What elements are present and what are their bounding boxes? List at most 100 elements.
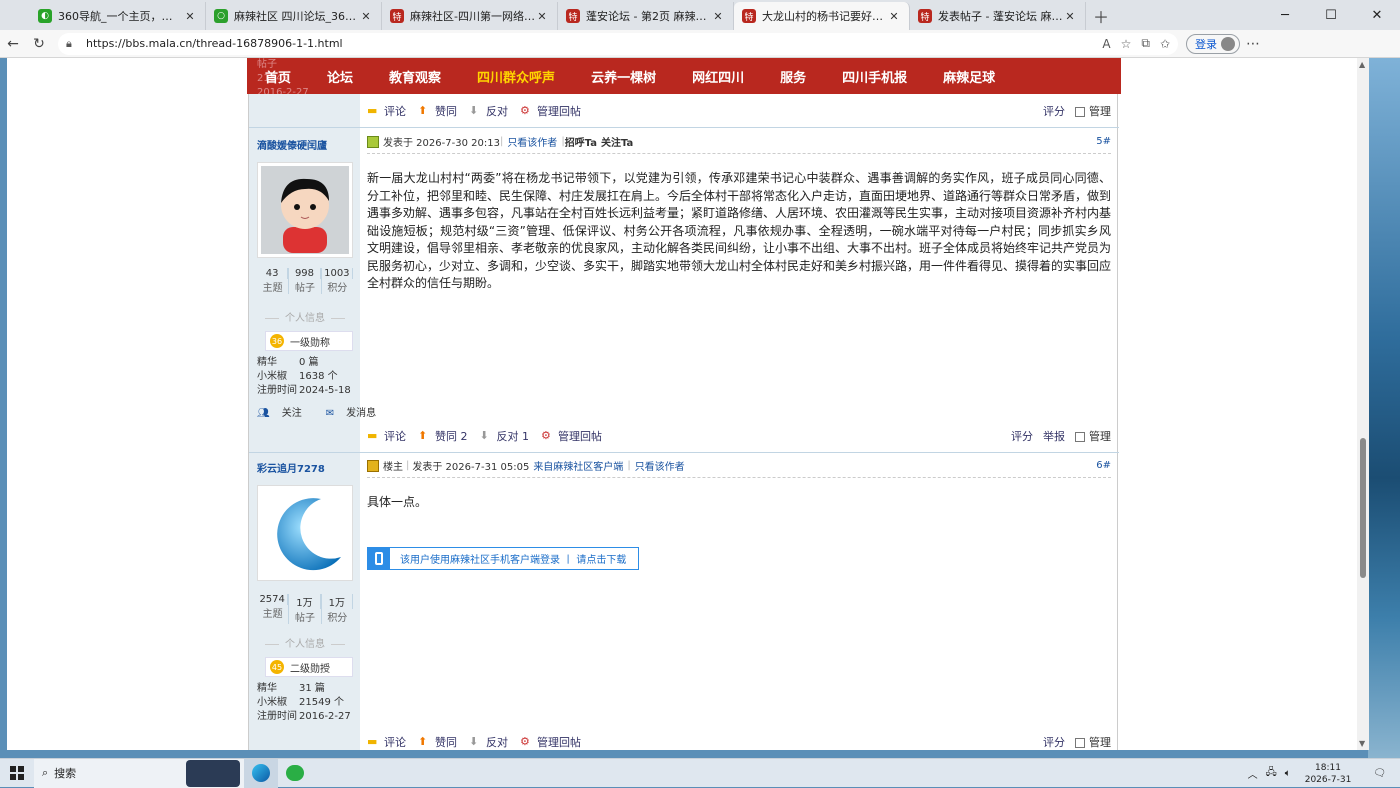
scrollbar-thumb[interactable] [1360,438,1366,578]
oppose-button[interactable]: ⬇ 反对 [469,734,508,750]
post-separator [249,127,1119,128]
stat-item[interactable]: 998 帖子 [289,268,322,294]
comment-button[interactable]: ▬ 评论 [367,734,406,750]
oppose-button[interactable]: ⬇ 反对 [469,103,508,119]
clock[interactable]: 18:11 2026-7-31 [1305,762,1352,786]
nav-link[interactable]: 麻辣足球 [943,67,995,86]
profile-field: 精华 0 篇 [257,357,319,368]
close-tab-icon[interactable]: ✕ [1063,10,1077,23]
nav-link[interactable]: 四川手机报 [842,67,907,86]
comment-button[interactable]: ▬ 评论 [367,428,406,444]
close-tab-icon[interactable]: ✕ [711,10,725,23]
manage-reply-button[interactable]: ⚙ 管理回帖 [541,428,602,444]
browser-tab[interactable]: ◐ 360导航_一个主页，整个世界✕ [30,2,206,30]
new-tab-button[interactable]: ＋ [1086,2,1116,30]
nav-link[interactable]: 首页 [265,67,291,86]
nav-link[interactable]: 云养一棵树 [591,67,656,86]
crescent-moon-avatar-icon [277,498,341,571]
close-tab-icon[interactable]: ✕ [183,10,197,23]
browser-tab[interactable]: ○ 麻辣社区 四川论坛_360搜索✕ [206,2,382,30]
browser-tab[interactable]: 特大龙山村的杨书记要好好跟任邓书✕ [734,2,910,30]
thumb-down-icon: ⬇ [469,735,479,748]
app-download-banner[interactable]: 该用户使用麻辣社区手机客户端登录 丨 请点击下载 [367,547,639,570]
page-scrollbar[interactable]: ▲ ▼ [1357,58,1369,750]
favorite-star-icon[interactable]: ☆ [1121,37,1132,51]
post-6-medal[interactable]: 45 二级勋授 [265,657,353,677]
like-button[interactable]: ⬆ 赞同 2 [418,428,468,444]
search-highlight-image [186,759,240,787]
close-tab-icon[interactable]: ✕ [535,10,549,23]
back-button[interactable]: ← [0,31,26,57]
browser-tab[interactable]: 特蓬安论坛 - 第2页 麻辣社区-四川第✕ [558,2,734,30]
nav-link[interactable]: 教育观察 [389,67,441,86]
stat-item[interactable]: 43 主题 [257,268,290,294]
manage-reply-button[interactable]: ⚙ 管理回帖 [520,103,581,119]
nav-link[interactable]: 论坛 [327,67,353,86]
post-5-medal[interactable]: 36 一级勋称 [265,331,353,351]
manage-checkbox[interactable]: 管理 [1075,428,1111,444]
rate-button[interactable]: 评分 [1043,103,1065,119]
rate-button[interactable]: 评分 [1043,734,1065,750]
volume-icon[interactable]: 🔈︎ [1285,768,1291,779]
chevron-up-icon[interactable]: ︿ [1248,766,1258,781]
send-message-button[interactable]: ✉ 发消息 [326,404,388,419]
floor-number[interactable]: 6# [1096,460,1111,471]
like-button[interactable]: ⬆ 赞同 [418,734,457,750]
browser-tab[interactable]: 特麻辣社区-四川第一网络社区 ✕ [382,2,558,30]
post-5-body: 新一届大龙山村村“两委”将在杨龙书记带领下，以党建为引领，传承邓建荣书记心中装群… [367,171,1112,290]
extensions-icon[interactable]: ⧉ [1141,36,1150,51]
profile-field: 小米椒 21549 个 [257,697,344,708]
gear-icon: ⚙ [520,735,530,748]
edge-taskbar-icon[interactable] [244,758,278,788]
favorites-icon[interactable]: ✩ [1160,37,1170,51]
taskbar-search[interactable]: ⌕ 搜索 [34,758,244,788]
tab-title: 麻辣社区 四川论坛_360搜索 [234,10,359,23]
floor-number[interactable]: 5# [1096,136,1111,147]
post-4-actions: ▬ 评论 ⬆ 赞同 ⬇ 反对 ⚙ 管理回帖 评分 管理 [367,99,1111,123]
stat-item[interactable]: 1万 积分 [322,594,353,624]
client-link[interactable]: 来自麻辣社区客户端 [533,458,623,473]
post-5-avatar[interactable] [257,162,353,258]
post-6-stats: 2574 主题 1万 帖子 1万 积分 [257,594,353,624]
nav-link[interactable]: 网红四川 [692,67,744,86]
stat-item[interactable]: 1003 积分 [322,268,353,294]
post-6-username[interactable]: 彩云追月7278 [257,460,325,475]
read-aloud-icon[interactable]: A [1102,37,1110,51]
nav-link[interactable]: 服务 [780,67,806,86]
oppose-button[interactable]: ⬇ 反对 1 [480,428,530,444]
network-icon[interactable]: 🖧︎ [1266,765,1277,782]
follow-button[interactable]: 👥︎ 关注 [257,404,314,419]
post-separator [249,452,1119,453]
maximize-button[interactable]: ☐ [1308,0,1354,30]
close-window-button[interactable]: ✕ [1354,0,1400,30]
close-tab-icon[interactable]: ✕ [887,10,901,23]
personal-info-label: 个人信息 [257,635,353,650]
nav-link[interactable]: 四川群众呼声 [477,67,555,86]
rate-button[interactable]: 评分 [1011,428,1033,444]
desktop-wallpaper [1368,58,1400,758]
like-button[interactable]: ⬆ 赞同 [418,103,457,119]
post-5-username[interactable]: 滴酸媛傣硬闰廬 [257,137,327,152]
post-6-avatar[interactable] [257,485,353,581]
more-menu-icon[interactable]: ⋯ [1240,31,1266,57]
browser-tab[interactable]: 特发表帖子 - 蓬安论坛 麻辣社区-四川✕ [910,2,1086,30]
url-field[interactable]: 🔒︎ https://bbs.mala.cn/thread-16878906-1… [58,32,1178,55]
stat-item[interactable]: 1万 帖子 [289,594,322,624]
wechat-taskbar-icon[interactable] [278,759,312,788]
comment-button[interactable]: ▬ 评论 [367,103,406,119]
only-author-link[interactable]: 只看该作者 [507,134,557,149]
minimize-button[interactable]: ─ [1262,0,1308,30]
start-button[interactable] [0,759,34,788]
manage-checkbox[interactable]: 管理 [1075,103,1111,119]
login-button[interactable]: 登录 [1186,33,1240,54]
refresh-button[interactable]: ↻ [26,31,52,57]
only-author-link[interactable]: 只看该作者 [635,458,685,473]
manage-checkbox[interactable]: 管理 [1075,734,1111,750]
notification-icon[interactable]: 🗨︎ [1373,768,1386,779]
stat-item[interactable]: 2574 主题 [257,594,290,624]
report-button[interactable]: 举报 [1043,428,1065,444]
close-tab-icon[interactable]: ✕ [359,10,373,23]
greet-link[interactable]: 招呼Ta [565,134,597,149]
follow-ta-link[interactable]: 关注Ta [601,134,633,149]
manage-reply-button[interactable]: ⚙ 管理回帖 [520,734,581,750]
